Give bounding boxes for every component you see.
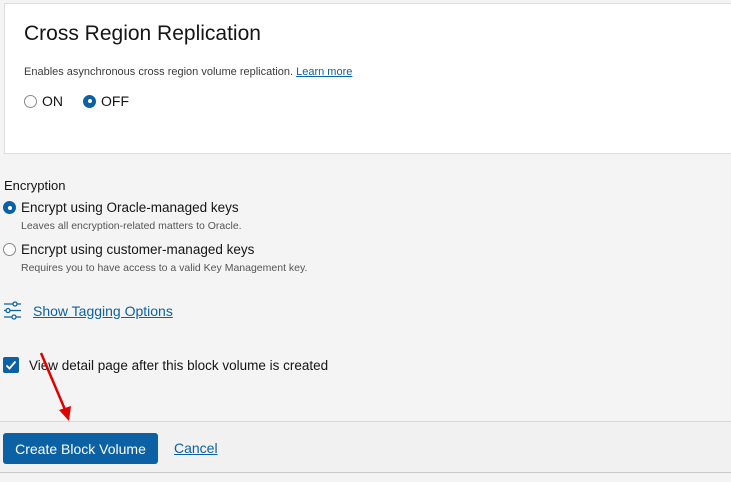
radio-off[interactable] [83,94,96,108]
description-text: Enables asynchronous cross region volume… [24,66,294,78]
replication-on-option[interactable]: ON [24,93,63,109]
form-footer: Create Block Volume Cancel [0,421,731,473]
customer-managed-keys-option[interactable]: Encrypt using customer-managed keys [3,242,254,257]
oracle-managed-keys-radio[interactable] [3,201,16,214]
oracle-managed-keys-help: Leaves all encryption-related matters to… [21,220,242,232]
show-tagging-options-link[interactable]: Show Tagging Options [33,303,173,319]
checkmark-icon [5,360,17,370]
section-title: Cross Region Replication [24,22,261,45]
oracle-managed-keys-label: Encrypt using Oracle-managed keys [21,200,239,215]
create-block-volume-button[interactable]: Create Block Volume [3,433,158,464]
cross-region-replication-panel: Cross Region Replication Enables asynchr… [4,3,731,154]
replication-radio-group: ON OFF [24,93,149,109]
view-detail-checkbox[interactable] [3,357,19,373]
radio-on-label: ON [42,93,63,109]
section-description: Enables asynchronous cross region volume… [24,66,352,78]
encryption-label: Encryption [4,178,66,193]
radio-off-label: OFF [101,93,129,109]
tagging-row: Show Tagging Options [3,301,173,320]
learn-more-link[interactable]: Learn more [296,66,352,78]
sliders-icon[interactable] [3,301,22,320]
cancel-link[interactable]: Cancel [174,440,218,456]
radio-on[interactable] [24,94,37,108]
view-detail-row: View detail page after this block volume… [3,357,328,373]
customer-managed-keys-radio[interactable] [3,243,16,256]
oracle-managed-keys-option[interactable]: Encrypt using Oracle-managed keys [3,200,239,215]
customer-managed-keys-help: Requires you to have access to a valid K… [21,262,308,274]
view-detail-label: View detail page after this block volume… [29,357,329,373]
customer-managed-keys-label: Encrypt using customer-managed keys [21,242,255,257]
replication-off-option[interactable]: OFF [83,93,129,109]
